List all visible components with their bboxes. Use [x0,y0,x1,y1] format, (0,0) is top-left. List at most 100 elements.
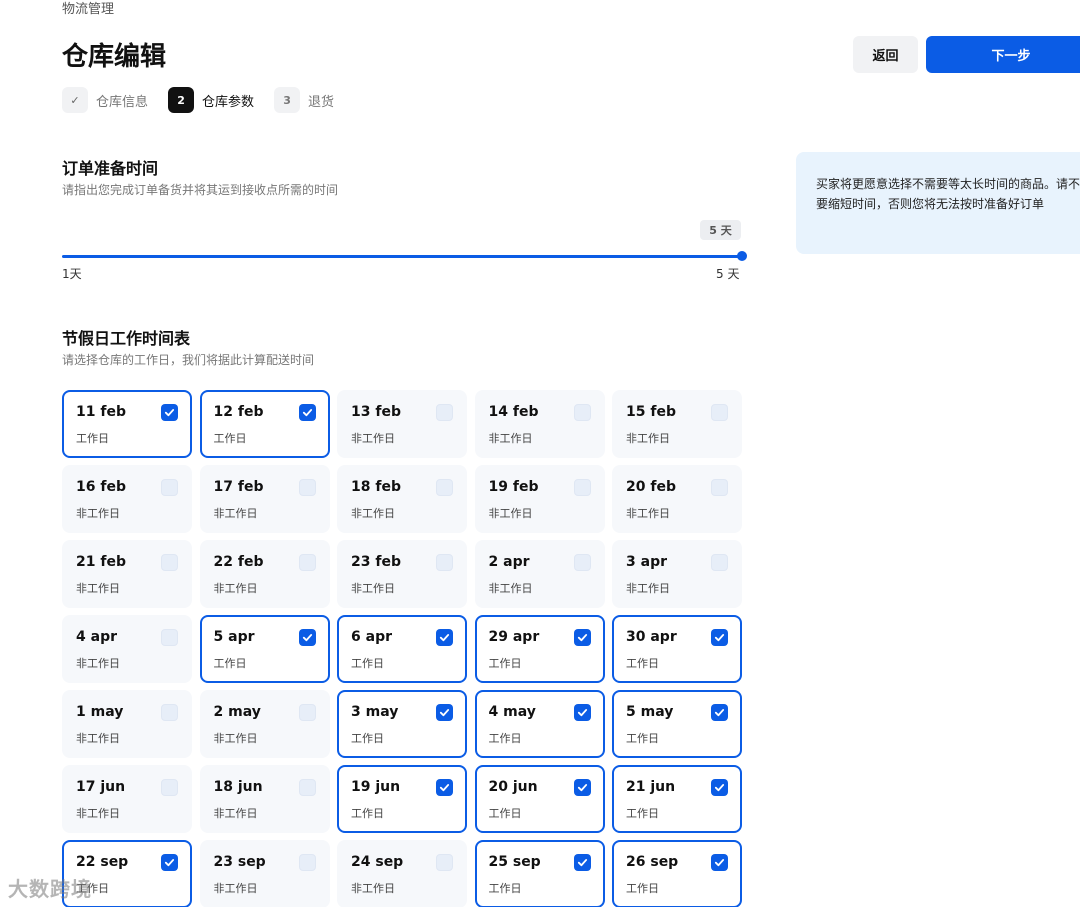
stepper: ✓ 仓库信息 2 仓库参数 3 退货 [62,87,354,113]
checkbox-empty-icon[interactable] [436,554,453,571]
step-warehouse-info[interactable]: ✓ 仓库信息 [62,87,148,113]
day-card[interactable]: 22 feb 非工作日 [199,540,330,608]
day-status: 非工作日 [351,432,395,445]
checkbox-empty-icon[interactable] [573,479,591,496]
day-date: 14 feb [488,404,539,420]
checkbox-empty-icon[interactable] [436,404,453,421]
day-status: 非工作日 [626,432,670,445]
day-card[interactable]: 23 sep 非工作日 [199,840,330,907]
day-card[interactable]: 23 feb 非工作日 [337,540,467,608]
day-card[interactable]: 4 may 工作日 [474,690,605,758]
day-card[interactable]: 13 feb 非工作日 [337,390,467,458]
checkbox-checked-icon[interactable] [161,404,178,421]
day-date: 23 feb [351,554,401,570]
day-card[interactable]: 3 apr 非工作日 [612,540,742,608]
checkbox-checked-icon[interactable] [711,629,728,646]
checkbox-checked-icon[interactable] [711,779,728,796]
day-date: 4 may [488,704,536,720]
day-card[interactable]: 5 may 工作日 [612,690,742,758]
checkbox-empty-icon[interactable] [436,854,453,871]
day-card[interactable]: 6 apr 工作日 [337,615,467,683]
day-status: 非工作日 [626,507,670,520]
checkbox-checked-icon[interactable] [298,629,316,646]
day-card[interactable]: 21 feb 非工作日 [62,540,192,608]
day-date: 1 may [76,704,124,720]
day-date: 6 apr [351,629,392,645]
page-title: 仓库编辑 [62,42,167,72]
checkbox-empty-icon[interactable] [573,554,591,571]
back-button[interactable]: 返回 [853,36,918,73]
day-card[interactable]: 1 may 非工作日 [62,690,192,758]
day-card[interactable]: 20 jun 工作日 [474,765,605,833]
day-card[interactable]: 29 apr 工作日 [474,615,605,683]
day-card[interactable]: 12 feb 工作日 [199,390,330,458]
day-card[interactable]: 30 apr 工作日 [612,615,742,683]
day-card[interactable]: 18 jun 非工作日 [199,765,330,833]
checkbox-empty-icon[interactable] [298,554,316,571]
day-date: 20 feb [626,479,676,495]
day-card[interactable]: 14 feb 非工作日 [474,390,605,458]
day-card[interactable]: 18 feb 非工作日 [337,465,467,533]
checkbox-checked-icon[interactable] [298,404,316,421]
checkbox-checked-icon[interactable] [573,779,591,796]
checkbox-empty-icon[interactable] [436,479,453,496]
day-card[interactable]: 2 may 非工作日 [199,690,330,758]
checkbox-empty-icon[interactable] [711,479,728,496]
prep-time-slider-handle[interactable] [737,251,747,261]
day-card[interactable]: 20 feb 非工作日 [612,465,742,533]
checkbox-empty-icon[interactable] [298,479,316,496]
workday-grid: 11 feb 工作日 12 feb 工作日 13 feb 非工作日 14 feb 非工作日 15… [62,390,742,907]
day-status: 非工作日 [351,882,395,895]
day-status: 工作日 [213,657,247,670]
day-card[interactable]: 3 may 工作日 [337,690,467,758]
step-number: 3 [274,87,301,113]
day-card[interactable]: 19 jun 工作日 [337,765,467,833]
day-card[interactable]: 25 sep 工作日 [474,840,605,907]
day-status: 工作日 [351,732,384,745]
day-date: 3 may [351,704,399,720]
checkbox-checked-icon[interactable] [436,779,453,796]
checkbox-empty-icon[interactable] [298,779,316,796]
checkbox-checked-icon[interactable] [573,704,591,721]
checkbox-checked-icon[interactable] [436,704,453,721]
breadcrumb[interactable]: 物流管理 [62,0,114,17]
day-card[interactable]: 26 sep 工作日 [612,840,742,907]
checkbox-empty-icon[interactable] [161,704,178,721]
step-label: 仓库信息 [96,94,149,110]
day-card[interactable]: 15 feb 非工作日 [612,390,742,458]
day-card[interactable]: 21 jun 工作日 [612,765,742,833]
checkbox-empty-icon[interactable] [161,629,178,646]
checkbox-empty-icon[interactable] [573,404,591,421]
checkbox-empty-icon[interactable] [298,854,316,871]
day-card[interactable]: 19 feb 非工作日 [474,465,605,533]
day-card[interactable]: 17 jun 非工作日 [62,765,192,833]
day-card[interactable]: 4 apr 非工作日 [62,615,192,683]
next-button[interactable]: 下一步 [926,36,1080,73]
prep-time-slider-track[interactable] [62,255,742,258]
checkbox-checked-icon[interactable] [711,854,728,871]
checkbox-empty-icon[interactable] [711,554,728,571]
day-card[interactable]: 16 feb 非工作日 [62,465,192,533]
checkbox-checked-icon[interactable] [573,629,591,646]
checkbox-empty-icon[interactable] [161,479,178,496]
day-status: 工作日 [76,432,109,445]
day-card[interactable]: 5 apr 工作日 [199,615,330,683]
day-card[interactable]: 17 feb 非工作日 [199,465,330,533]
day-card[interactable]: 11 feb 工作日 [62,390,192,458]
day-status: 工作日 [488,732,522,745]
checkbox-empty-icon[interactable] [161,779,178,796]
day-card[interactable]: 24 sep 非工作日 [337,840,467,907]
day-status: 工作日 [626,807,659,820]
step-warehouse-params[interactable]: 2 仓库参数 [168,87,254,113]
day-date: 19 jun [351,779,401,795]
day-card[interactable]: 2 apr 非工作日 [474,540,605,608]
prep-time-subtitle: 请指出您完成订单备货并将其运到接收点所需的时间 [62,183,339,197]
checkbox-empty-icon[interactable] [298,704,316,721]
checkbox-empty-icon[interactable] [161,554,178,571]
checkbox-checked-icon[interactable] [161,854,178,871]
checkbox-checked-icon[interactable] [711,704,728,721]
checkbox-checked-icon[interactable] [436,629,453,646]
step-returns[interactable]: 3 退货 [274,87,334,113]
checkbox-checked-icon[interactable] [573,854,591,871]
checkbox-empty-icon[interactable] [711,404,728,421]
